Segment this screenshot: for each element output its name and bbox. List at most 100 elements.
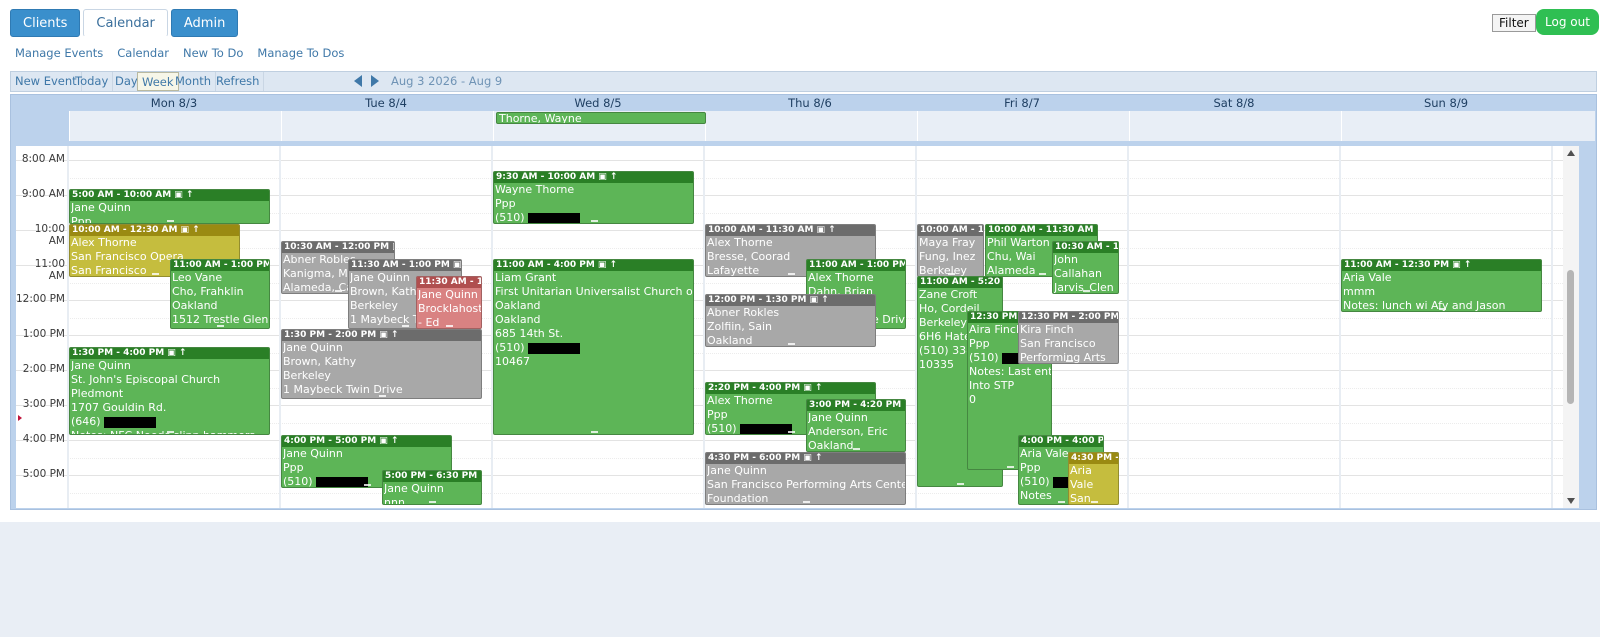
time-label: 1:00 PM	[22, 328, 65, 340]
scroll-thumb[interactable]	[1567, 270, 1574, 404]
all-day-cell[interactable]	[917, 111, 1129, 141]
resize-handle-icon[interactable]	[787, 273, 795, 275]
resize-handle-icon[interactable]	[1038, 273, 1046, 275]
day-header[interactable]: Tue 8/4	[280, 96, 492, 110]
calendar-submenu: Manage Events Calendar New To Do Manage …	[15, 46, 344, 60]
resize-handle-icon[interactable]	[1082, 290, 1090, 292]
all-day-cell[interactable]	[1129, 111, 1341, 141]
event-line: Jane Quinn	[71, 359, 131, 372]
resize-handle-icon[interactable]	[1006, 466, 1014, 468]
resize-handle-icon[interactable]	[166, 220, 174, 222]
calendar-event[interactable]: 10:30 AM - 12 ▣ ↑JohnCallahanJarvis_Clen	[1052, 241, 1119, 294]
event-time: 10:00 AM - 12:30 AM ▣ ↑	[70, 225, 239, 236]
event-line: Oakland	[172, 299, 218, 312]
resize-handle-icon[interactable]	[166, 431, 174, 433]
resize-handle-icon[interactable]	[802, 501, 810, 503]
resize-handle-icon[interactable]	[1438, 308, 1446, 310]
day-header[interactable]: Wed 8/5	[492, 96, 704, 110]
all-day-cell[interactable]	[281, 111, 493, 141]
calendar-event[interactable]: 11:00 AM - 12:30 PM ▣ ↑ Aria Vale mmm Notes…	[1341, 259, 1542, 312]
event-line: Berkeley	[283, 369, 331, 382]
calendar-event[interactable]: 10:00 AM - 11: ▣ ↑Maya FrayFung, InezBer…	[917, 224, 984, 277]
event-line: Jane Quinn	[707, 464, 767, 477]
next-week-arrow-icon[interactable]	[371, 75, 379, 87]
calendar-event[interactable]: 11:30 AM - 1: ▣ ↑Jane QuinnBrocklahostc-…	[416, 276, 482, 329]
event-time: 9:30 AM - 10:00 AM ▣ ↑	[494, 172, 693, 183]
day-header[interactable]: Fri 8/7	[916, 96, 1128, 110]
resize-handle-icon[interactable]	[590, 431, 598, 433]
all-day-cell[interactable]	[705, 111, 917, 141]
tab-clients[interactable]: Clients	[10, 9, 81, 37]
manage-events-link[interactable]: Manage Events	[15, 46, 103, 60]
calendar-event[interactable]: 12:30 PM - 2:00 PM ▣ ↑Kira FinchSan Fran…	[1018, 311, 1119, 364]
calendar-event[interactable]: 5:00 AM - 10:00 AM ▣ ↑ Jane Quinn Ppp	[69, 189, 270, 224]
scroll-down-icon[interactable]	[1567, 498, 1575, 504]
tab-admin[interactable]: Admin	[170, 9, 239, 37]
logout-button[interactable]: Log out	[1536, 9, 1599, 35]
all-day-cell[interactable]	[69, 111, 281, 141]
event-line: Abner Rokles	[707, 306, 780, 319]
resize-handle-icon[interactable]	[590, 220, 598, 222]
filter-button[interactable]: Filter	[1492, 14, 1536, 32]
event-time: 1:30 PM - 4:00 PM ▣ ↑	[70, 348, 269, 359]
calendar-event[interactable]: 11:00 AM - 4:00 PM ▣ ↑ Liam Grant First Un…	[493, 259, 694, 435]
day-header[interactable]: Sun 8/9	[1340, 96, 1552, 110]
new-todo-link[interactable]: New To Do	[183, 46, 243, 60]
calendar-event[interactable]: 5:00 PM - 6:30 PM ▣ ↑Jane Quinnnnn	[382, 470, 482, 505]
redacted-phone	[740, 423, 793, 434]
calendar-event[interactable]: 3:00 PM - 4:20 PM ▣ ↑Jane QuinnAnderson,…	[806, 399, 906, 452]
event-line: (510)	[495, 211, 693, 223]
resize-handle-icon[interactable]	[335, 290, 342, 292]
resize-handle-icon[interactable]	[378, 395, 386, 397]
day-header[interactable]: Sat 8/8	[1128, 96, 1340, 110]
resize-handle-icon[interactable]	[217, 325, 224, 327]
calendar-event[interactable]: 1:30 PM - 4:00 PM ▣ ↑ Jane Quinn St. John'…	[69, 347, 270, 435]
event-line: Oakland	[808, 439, 854, 452]
redacted-phone	[316, 476, 369, 487]
resize-handle-icon[interactable]	[402, 325, 409, 327]
event-line: Alex Thorne	[707, 236, 773, 249]
event-line: First Unitarian Universalist Church of	[495, 285, 693, 298]
calendar-link[interactable]: Calendar	[117, 46, 169, 60]
resize-handle-icon[interactable]	[787, 431, 795, 433]
resize-handle-icon[interactable]	[853, 448, 860, 450]
resize-handle-icon[interactable]	[787, 343, 795, 345]
resize-handle-icon[interactable]	[429, 501, 436, 503]
resize-handle-icon[interactable]	[1090, 501, 1098, 503]
previous-week-arrow-icon[interactable]	[354, 75, 362, 87]
event-line: Callahan	[1054, 267, 1102, 280]
scroll-up-icon[interactable]	[1567, 150, 1575, 156]
calendar-event[interactable]: 9:30 AM - 10:00 AM ▣ ↑ Wayne Thorne Ppp (51…	[493, 171, 694, 224]
day-header[interactable]: Mon 8/3	[68, 96, 280, 110]
calendar-event[interactable]: 4:30 PM - 6:00 PM ▣ ↑ Jane Quinn San Franc…	[705, 452, 906, 505]
event-line: Wayne Thorne	[495, 183, 575, 196]
event-time: 10:00 AM - 11:30 AM ▣ ↑	[706, 225, 875, 236]
refresh-button[interactable]: Refresh	[212, 72, 265, 91]
resize-handle-icon[interactable]	[1065, 360, 1073, 362]
calendar-event[interactable]: 1:30 PM - 2:00 PM ▣ ↑ Jane Quinn Brown, Ka…	[281, 329, 482, 399]
event-line: Fung, Inez	[919, 250, 976, 263]
resize-handle-icon[interactable]	[363, 484, 371, 486]
day-header[interactable]: Thu 8/6	[704, 96, 916, 110]
resize-handle-icon[interactable]	[957, 483, 964, 485]
time-grid: 8:00 AM 9:00 AM 10:00 AM 11:00 AM 12:00 PM 1:…	[16, 146, 1579, 508]
month-view-button[interactable]: Month	[171, 72, 217, 91]
resize-handle-icon[interactable]	[1058, 501, 1065, 503]
all-day-cell[interactable]	[1341, 111, 1553, 141]
event-line: 0	[969, 393, 976, 406]
all-day-event[interactable]: Thorne, Wayne	[496, 112, 706, 124]
resize-handle-icon[interactable]	[151, 273, 159, 275]
calendar-toolbar: New Event Today Day Week Month Refresh A…	[10, 71, 1597, 92]
grid-scrollbar[interactable]	[1563, 146, 1579, 508]
calendar-event[interactable]: 4:30 PM - 6 ▣ ↑AriaValeSan	[1068, 452, 1119, 505]
resize-handle-icon[interactable]	[947, 273, 955, 275]
manage-todos-link[interactable]: Manage To Dos	[257, 46, 344, 60]
calendar-event[interactable]: 11:00 AM - 1:00 PM ▣ ↑Leo VaneCho, Frahk…	[170, 259, 270, 329]
event-time: 5:00 PM - 6:30 PM ▣ ↑	[383, 471, 481, 482]
tab-calendar[interactable]: Calendar	[83, 9, 168, 37]
resize-handle-icon[interactable]	[446, 325, 453, 327]
calendar-event[interactable]: 12:00 PM - 1:30 PM ▣ ↑ Abner Rokles Zolfii…	[705, 294, 876, 347]
today-button[interactable]: Today	[71, 72, 114, 91]
event-time: 11:00 AM - 5:20 ▣ ↑	[918, 277, 1002, 288]
event-line: Jane Quinn	[418, 288, 478, 301]
